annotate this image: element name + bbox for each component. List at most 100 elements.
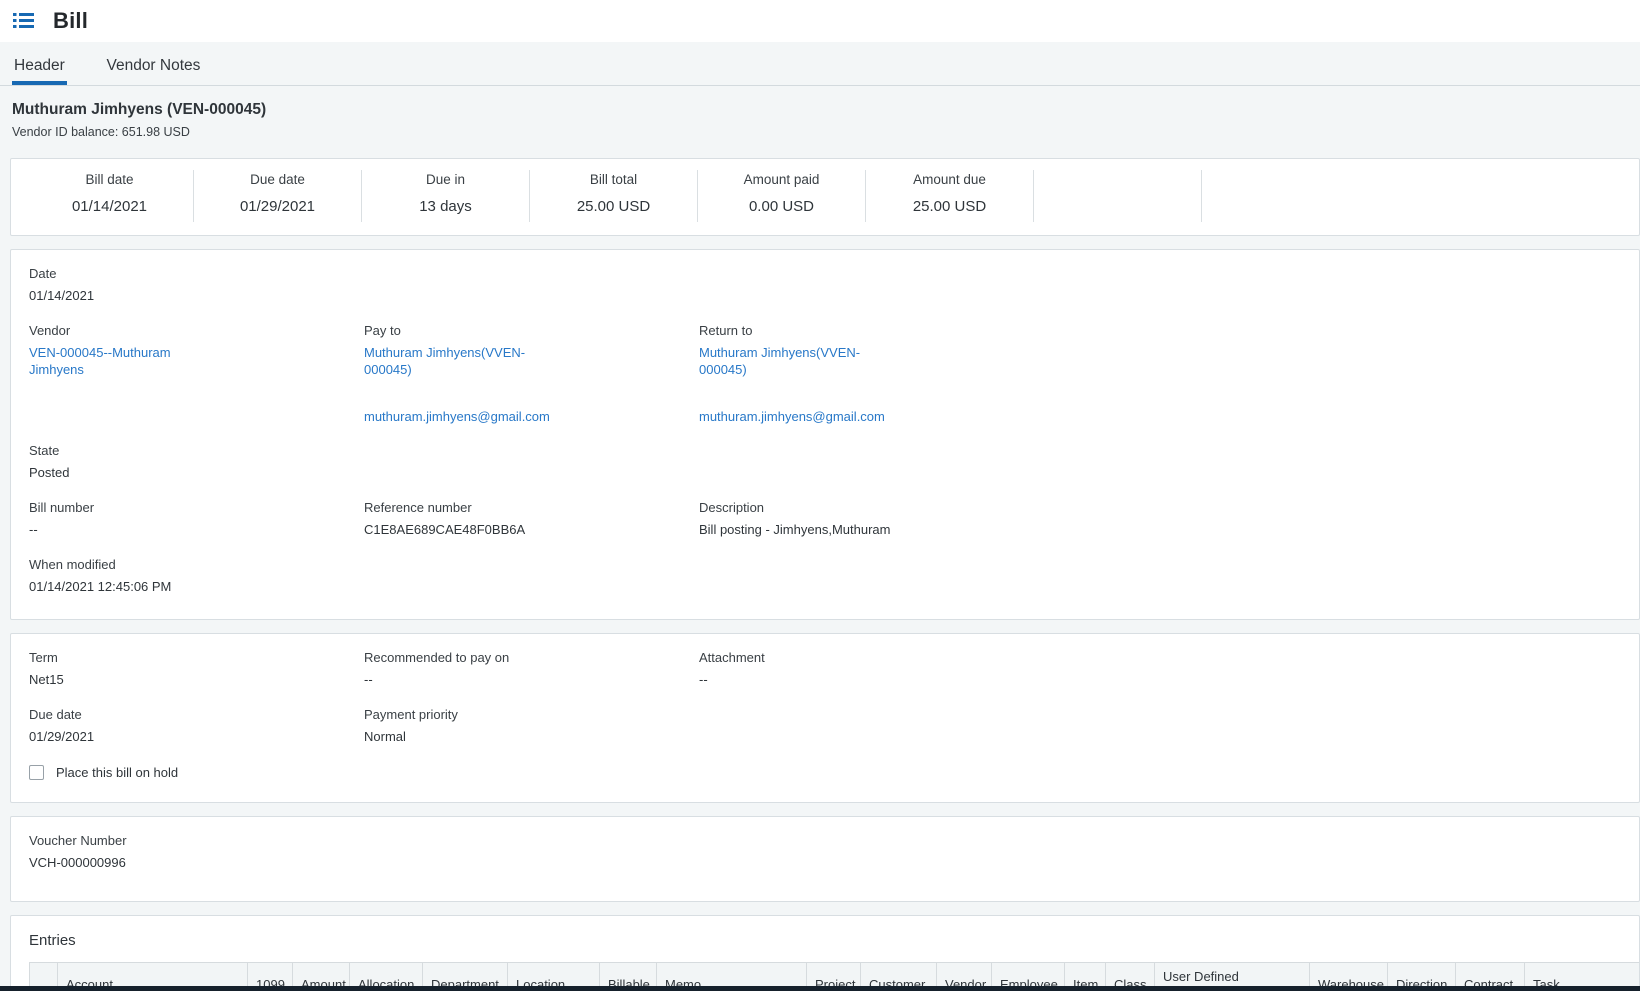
summary-bar: Bill date 01/14/2021 Due date 01/29/2021…: [10, 158, 1640, 236]
summary-value: 01/14/2021: [26, 198, 193, 215]
return-to-label: Return to: [699, 322, 1621, 340]
col-project: Project: [807, 963, 861, 987]
summary-empty-cell: [1202, 170, 1370, 222]
col-memo: Memo: [657, 963, 807, 987]
attachment-label: Attachment: [699, 649, 1621, 667]
col-employee: Employee: [992, 963, 1065, 987]
summary-label: Amount due: [866, 172, 1033, 187]
bill-list-menu-icon[interactable]: [13, 12, 35, 30]
state-value: Posted: [29, 464, 364, 482]
attachment-value: --: [699, 671, 1621, 689]
field-description: Description Bill posting - Jimhyens,Muth…: [699, 499, 1621, 539]
vendor-link[interactable]: VEN-000045--Muthuram Jimhyens: [29, 344, 207, 378]
return-to-email-link[interactable]: muthuram.jimhyens@gmail.com: [699, 408, 885, 425]
place-on-hold-label: Place this bill on hold: [56, 765, 178, 780]
col-item: Item: [1065, 963, 1106, 987]
summary-amount-due: Amount due 25.00 USD: [866, 170, 1034, 222]
date-label: Date: [29, 265, 364, 283]
window-bottom-edge: [0, 986, 1640, 991]
term-label: Term: [29, 649, 364, 667]
bill-number-label: Bill number: [29, 499, 364, 517]
field-date: Date 01/14/2021: [29, 265, 364, 305]
field-bill-number: Bill number --: [29, 499, 364, 539]
tab-vendor-notes[interactable]: Vendor Notes: [104, 57, 202, 85]
description-label: Description: [699, 499, 1621, 517]
col-contract: Contract: [1456, 963, 1525, 987]
field-attachment: Attachment --: [699, 649, 1621, 689]
tab-bar: Header Vendor Notes: [0, 42, 1640, 86]
pay-to-contact-link[interactable]: Muthuram Jimhyens(VVEN-000045): [364, 344, 542, 378]
date-value: 01/14/2021: [29, 287, 364, 305]
field-when-modified: When modified 01/14/2021 12:45:06 PM: [29, 556, 364, 596]
description-value: Bill posting - Jimhyens,Muthuram: [699, 521, 1621, 539]
vendor-heading-block: Muthuram Jimhyens (VEN-000045) Vendor ID…: [0, 86, 1640, 139]
recommended-label: Recommended to pay on: [364, 649, 699, 667]
pay-to-label: Pay to: [364, 322, 699, 340]
col-allocation: Allocation: [350, 963, 423, 987]
entries-title: Entries: [29, 932, 1639, 949]
summary-label: Bill date: [26, 172, 193, 187]
page-title: Bill: [53, 8, 88, 34]
summary-due-date: Due date 01/29/2021: [194, 170, 362, 222]
when-modified-value: 01/14/2021 12:45:06 PM: [29, 578, 364, 596]
summary-amount-paid: Amount paid 0.00 USD: [698, 170, 866, 222]
vendor-balance: Vendor ID balance: 651.98 USD: [12, 125, 1640, 139]
col-billable: Billable: [600, 963, 657, 987]
summary-value: 0.00 USD: [698, 198, 865, 215]
reference-number-value: C1E8AE689CAE48F0BB6A: [364, 521, 699, 539]
hold-row: Place this bill on hold: [29, 765, 1621, 780]
bill-page: Bill Header Vendor Notes Muthuram Jimhye…: [0, 0, 1640, 995]
vendor-name-heading: Muthuram Jimhyens (VEN-000045): [12, 101, 1640, 119]
field-pay-to: Pay to Muthuram Jimhyens(VVEN-000045) mu…: [364, 322, 699, 425]
col-department: Department: [423, 963, 508, 987]
col-1099: 1099: [248, 963, 293, 987]
tab-header[interactable]: Header: [12, 57, 67, 85]
summary-bill-date: Bill date 01/14/2021: [26, 170, 194, 222]
col-amount: Amount: [293, 963, 350, 987]
col-class: Class: [1106, 963, 1155, 987]
summary-label: Due in: [362, 172, 529, 187]
payment-priority-label: Payment priority: [364, 706, 699, 724]
summary-value: 25.00 USD: [530, 198, 697, 215]
bill-details-panel: Date 01/14/2021 Vendor VEN-000045--Muthu…: [10, 249, 1640, 620]
due-date-value: 01/29/2021: [29, 728, 364, 746]
terms-panel: Term Net15 Recommended to pay on -- Atta…: [10, 633, 1640, 803]
summary-empty-cell: [1034, 170, 1202, 222]
col-account: Account: [58, 963, 248, 987]
field-vendor: Vendor VEN-000045--Muthuram Jimhyens: [29, 322, 364, 425]
return-to-contact-link[interactable]: Muthuram Jimhyens(VVEN-000045): [699, 344, 877, 378]
col-direction: Direction: [1388, 963, 1456, 987]
top-bar: Bill: [0, 0, 1640, 42]
summary-label: Due date: [194, 172, 361, 187]
payment-priority-value: Normal: [364, 728, 699, 746]
col-location: Location: [508, 963, 600, 987]
summary-label: Amount paid: [698, 172, 865, 187]
summary-due-in: Due in 13 days: [362, 170, 530, 222]
recommended-value: --: [364, 671, 699, 689]
col-vendor: Vendor: [937, 963, 992, 987]
voucher-number-value: VCH-000000996: [29, 854, 1621, 872]
entries-table: Account 1099 Amount Allocation Departmen…: [29, 962, 1640, 986]
col-customer: Customer: [861, 963, 937, 987]
reference-number-label: Reference number: [364, 499, 699, 517]
col-task: Task: [1525, 963, 1640, 987]
when-modified-label: When modified: [29, 556, 364, 574]
state-label: State: [29, 442, 364, 460]
term-value: Net15: [29, 671, 364, 689]
voucher-number-label: Voucher Number: [29, 832, 1621, 850]
entries-panel: Entries Account 1099 Amount Allocation D…: [10, 915, 1640, 986]
field-state: State Posted: [29, 442, 364, 482]
place-on-hold-checkbox[interactable]: [29, 765, 44, 780]
field-reference-number: Reference number C1E8AE689CAE48F0BB6A: [364, 499, 699, 539]
summary-value: 13 days: [362, 198, 529, 215]
vendor-label: Vendor: [29, 322, 364, 340]
col-user-defined-dimension: User Defined Dimension: [1155, 963, 1310, 987]
pay-to-email-link[interactable]: muthuram.jimhyens@gmail.com: [364, 408, 550, 425]
col-warehouse: Warehouse: [1310, 963, 1388, 987]
summary-value: 01/29/2021: [194, 198, 361, 215]
summary-value: 25.00 USD: [866, 198, 1033, 215]
entries-header-row: Account 1099 Amount Allocation Departmen…: [30, 963, 1640, 987]
field-return-to: Return to Muthuram Jimhyens(VVEN-000045)…: [699, 322, 1621, 425]
due-date-label: Due date: [29, 706, 364, 724]
bill-number-value: --: [29, 521, 364, 539]
